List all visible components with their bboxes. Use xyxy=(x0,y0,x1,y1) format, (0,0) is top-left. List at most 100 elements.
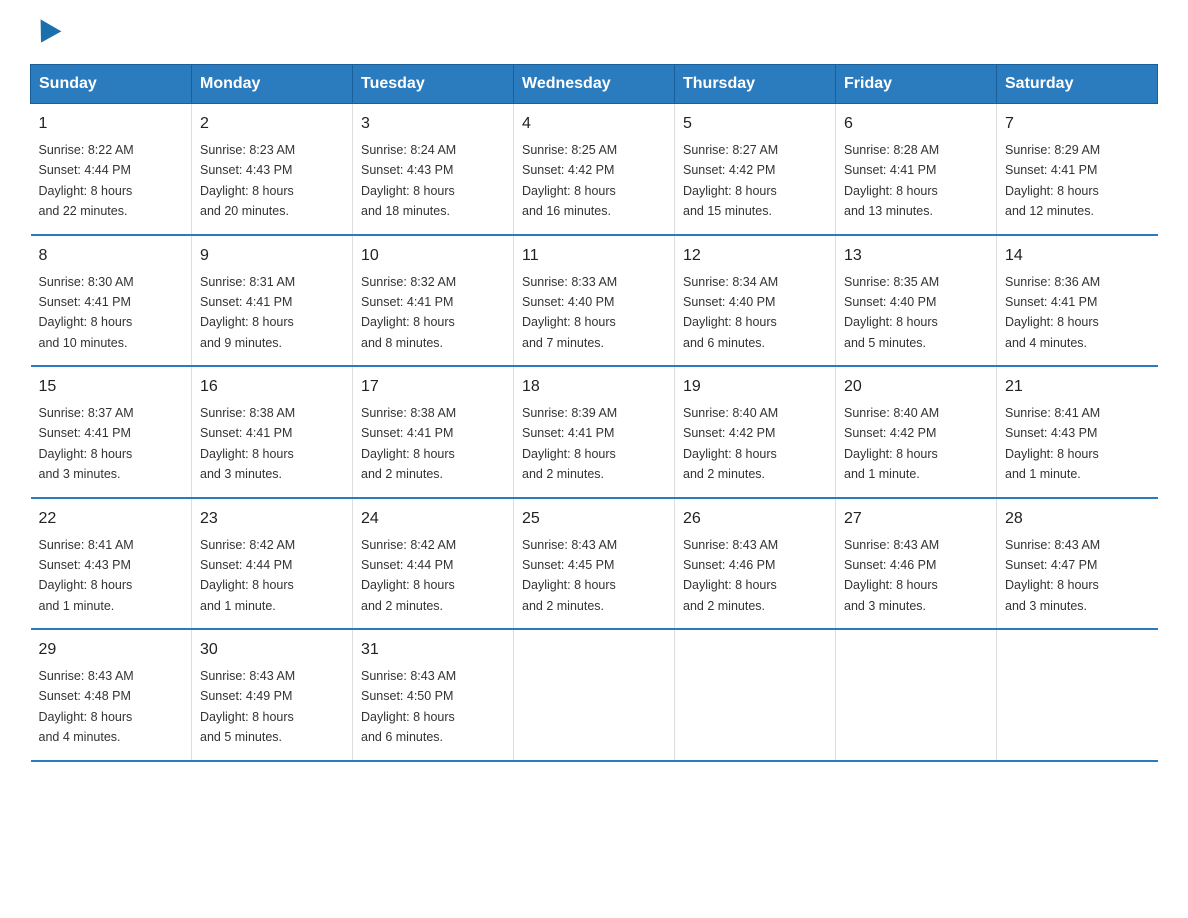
logo xyxy=(30,20,58,44)
calendar-table: SundayMondayTuesdayWednesdayThursdayFrid… xyxy=(30,64,1158,762)
calendar-cell: 12 Sunrise: 8:34 AM Sunset: 4:40 PM Dayli… xyxy=(675,235,836,367)
day-info: Sunrise: 8:32 AM Sunset: 4:41 PM Dayligh… xyxy=(361,275,456,350)
day-info: Sunrise: 8:39 AM Sunset: 4:41 PM Dayligh… xyxy=(522,406,617,481)
calendar-cell: 8 Sunrise: 8:30 AM Sunset: 4:41 PM Daylig… xyxy=(31,235,192,367)
day-info: Sunrise: 8:28 AM Sunset: 4:41 PM Dayligh… xyxy=(844,143,939,218)
day-info: Sunrise: 8:41 AM Sunset: 4:43 PM Dayligh… xyxy=(39,538,134,613)
day-number: 8 xyxy=(39,244,184,268)
day-number: 22 xyxy=(39,507,184,531)
calendar-cell: 19 Sunrise: 8:40 AM Sunset: 4:42 PM Dayli… xyxy=(675,366,836,498)
calendar-week-row: 8 Sunrise: 8:30 AM Sunset: 4:41 PM Daylig… xyxy=(31,235,1158,367)
logo-triangle-icon xyxy=(31,19,62,48)
day-info: Sunrise: 8:30 AM Sunset: 4:41 PM Dayligh… xyxy=(39,275,134,350)
day-info: Sunrise: 8:31 AM Sunset: 4:41 PM Dayligh… xyxy=(200,275,295,350)
day-number: 9 xyxy=(200,244,344,268)
day-info: Sunrise: 8:43 AM Sunset: 4:50 PM Dayligh… xyxy=(361,669,456,744)
calendar-cell: 6 Sunrise: 8:28 AM Sunset: 4:41 PM Daylig… xyxy=(836,104,997,235)
calendar-cell: 18 Sunrise: 8:39 AM Sunset: 4:41 PM Dayli… xyxy=(514,366,675,498)
day-info: Sunrise: 8:24 AM Sunset: 4:43 PM Dayligh… xyxy=(361,143,456,218)
day-info: Sunrise: 8:22 AM Sunset: 4:44 PM Dayligh… xyxy=(39,143,134,218)
day-number: 29 xyxy=(39,638,184,662)
calendar-cell: 20 Sunrise: 8:40 AM Sunset: 4:42 PM Dayli… xyxy=(836,366,997,498)
day-number: 17 xyxy=(361,375,505,399)
calendar-cell: 29 Sunrise: 8:43 AM Sunset: 4:48 PM Dayli… xyxy=(31,629,192,761)
day-number: 1 xyxy=(39,112,184,136)
day-number: 11 xyxy=(522,244,666,268)
day-number: 24 xyxy=(361,507,505,531)
calendar-cell: 21 Sunrise: 8:41 AM Sunset: 4:43 PM Dayli… xyxy=(997,366,1158,498)
day-info: Sunrise: 8:43 AM Sunset: 4:48 PM Dayligh… xyxy=(39,669,134,744)
calendar-header-row: SundayMondayTuesdayWednesdayThursdayFrid… xyxy=(31,65,1158,104)
day-info: Sunrise: 8:43 AM Sunset: 4:45 PM Dayligh… xyxy=(522,538,617,613)
day-info: Sunrise: 8:43 AM Sunset: 4:46 PM Dayligh… xyxy=(683,538,778,613)
day-number: 18 xyxy=(522,375,666,399)
calendar-week-row: 29 Sunrise: 8:43 AM Sunset: 4:48 PM Dayli… xyxy=(31,629,1158,761)
day-number: 10 xyxy=(361,244,505,268)
calendar-cell: 7 Sunrise: 8:29 AM Sunset: 4:41 PM Daylig… xyxy=(997,104,1158,235)
day-info: Sunrise: 8:41 AM Sunset: 4:43 PM Dayligh… xyxy=(1005,406,1100,481)
calendar-cell: 4 Sunrise: 8:25 AM Sunset: 4:42 PM Daylig… xyxy=(514,104,675,235)
day-number: 7 xyxy=(1005,112,1150,136)
col-header-saturday: Saturday xyxy=(997,65,1158,104)
day-info: Sunrise: 8:25 AM Sunset: 4:42 PM Dayligh… xyxy=(522,143,617,218)
day-number: 16 xyxy=(200,375,344,399)
calendar-cell: 22 Sunrise: 8:41 AM Sunset: 4:43 PM Dayli… xyxy=(31,498,192,630)
calendar-cell xyxy=(997,629,1158,761)
day-number: 2 xyxy=(200,112,344,136)
day-info: Sunrise: 8:42 AM Sunset: 4:44 PM Dayligh… xyxy=(361,538,456,613)
day-number: 21 xyxy=(1005,375,1150,399)
col-header-sunday: Sunday xyxy=(31,65,192,104)
calendar-cell: 3 Sunrise: 8:24 AM Sunset: 4:43 PM Daylig… xyxy=(353,104,514,235)
day-info: Sunrise: 8:23 AM Sunset: 4:43 PM Dayligh… xyxy=(200,143,295,218)
calendar-cell: 27Sunrise: 8:43 AM Sunset: 4:46 PM Dayli… xyxy=(836,498,997,630)
day-number: 4 xyxy=(522,112,666,136)
day-info: Sunrise: 8:38 AM Sunset: 4:41 PM Dayligh… xyxy=(361,406,456,481)
day-info: Sunrise: 8:43 AM Sunset: 4:46 PM Dayligh… xyxy=(844,538,939,613)
col-header-tuesday: Tuesday xyxy=(353,65,514,104)
day-number: 30 xyxy=(200,638,344,662)
day-info: Sunrise: 8:40 AM Sunset: 4:42 PM Dayligh… xyxy=(683,406,778,481)
calendar-cell xyxy=(514,629,675,761)
day-number: 19 xyxy=(683,375,827,399)
page-header xyxy=(30,20,1158,44)
calendar-cell: 23 Sunrise: 8:42 AM Sunset: 4:44 PM Dayli… xyxy=(192,498,353,630)
calendar-cell: 24 Sunrise: 8:42 AM Sunset: 4:44 PM Dayli… xyxy=(353,498,514,630)
day-number: 25 xyxy=(522,507,666,531)
calendar-week-row: 15 Sunrise: 8:37 AM Sunset: 4:41 PM Dayli… xyxy=(31,366,1158,498)
calendar-cell: 11 Sunrise: 8:33 AM Sunset: 4:40 PM Dayli… xyxy=(514,235,675,367)
day-info: Sunrise: 8:40 AM Sunset: 4:42 PM Dayligh… xyxy=(844,406,939,481)
day-number: 23 xyxy=(200,507,344,531)
day-info: Sunrise: 8:36 AM Sunset: 4:41 PM Dayligh… xyxy=(1005,275,1100,350)
calendar-cell: 2 Sunrise: 8:23 AM Sunset: 4:43 PM Daylig… xyxy=(192,104,353,235)
day-number: 12 xyxy=(683,244,827,268)
day-info: Sunrise: 8:35 AM Sunset: 4:40 PM Dayligh… xyxy=(844,275,939,350)
day-number: 20 xyxy=(844,375,988,399)
calendar-cell: 13 Sunrise: 8:35 AM Sunset: 4:40 PM Dayli… xyxy=(836,235,997,367)
day-info: Sunrise: 8:38 AM Sunset: 4:41 PM Dayligh… xyxy=(200,406,295,481)
col-header-thursday: Thursday xyxy=(675,65,836,104)
calendar-cell: 16 Sunrise: 8:38 AM Sunset: 4:41 PM Dayli… xyxy=(192,366,353,498)
day-number: 13 xyxy=(844,244,988,268)
calendar-week-row: 1 Sunrise: 8:22 AM Sunset: 4:44 PM Daylig… xyxy=(31,104,1158,235)
calendar-cell: 9 Sunrise: 8:31 AM Sunset: 4:41 PM Daylig… xyxy=(192,235,353,367)
day-number: 5 xyxy=(683,112,827,136)
day-number: 6 xyxy=(844,112,988,136)
calendar-cell xyxy=(675,629,836,761)
day-info: Sunrise: 8:29 AM Sunset: 4:41 PM Dayligh… xyxy=(1005,143,1100,218)
col-header-friday: Friday xyxy=(836,65,997,104)
calendar-cell: 31Sunrise: 8:43 AM Sunset: 4:50 PM Dayli… xyxy=(353,629,514,761)
day-info: Sunrise: 8:33 AM Sunset: 4:40 PM Dayligh… xyxy=(522,275,617,350)
day-info: Sunrise: 8:42 AM Sunset: 4:44 PM Dayligh… xyxy=(200,538,295,613)
col-header-wednesday: Wednesday xyxy=(514,65,675,104)
calendar-cell: 28Sunrise: 8:43 AM Sunset: 4:47 PM Dayli… xyxy=(997,498,1158,630)
calendar-cell xyxy=(836,629,997,761)
day-info: Sunrise: 8:34 AM Sunset: 4:40 PM Dayligh… xyxy=(683,275,778,350)
day-number: 3 xyxy=(361,112,505,136)
col-header-monday: Monday xyxy=(192,65,353,104)
calendar-cell: 14Sunrise: 8:36 AM Sunset: 4:41 PM Dayli… xyxy=(997,235,1158,367)
day-info: Sunrise: 8:43 AM Sunset: 4:49 PM Dayligh… xyxy=(200,669,295,744)
day-number: 15 xyxy=(39,375,184,399)
calendar-cell: 1 Sunrise: 8:22 AM Sunset: 4:44 PM Daylig… xyxy=(31,104,192,235)
day-info: Sunrise: 8:37 AM Sunset: 4:41 PM Dayligh… xyxy=(39,406,134,481)
calendar-cell: 17 Sunrise: 8:38 AM Sunset: 4:41 PM Dayli… xyxy=(353,366,514,498)
